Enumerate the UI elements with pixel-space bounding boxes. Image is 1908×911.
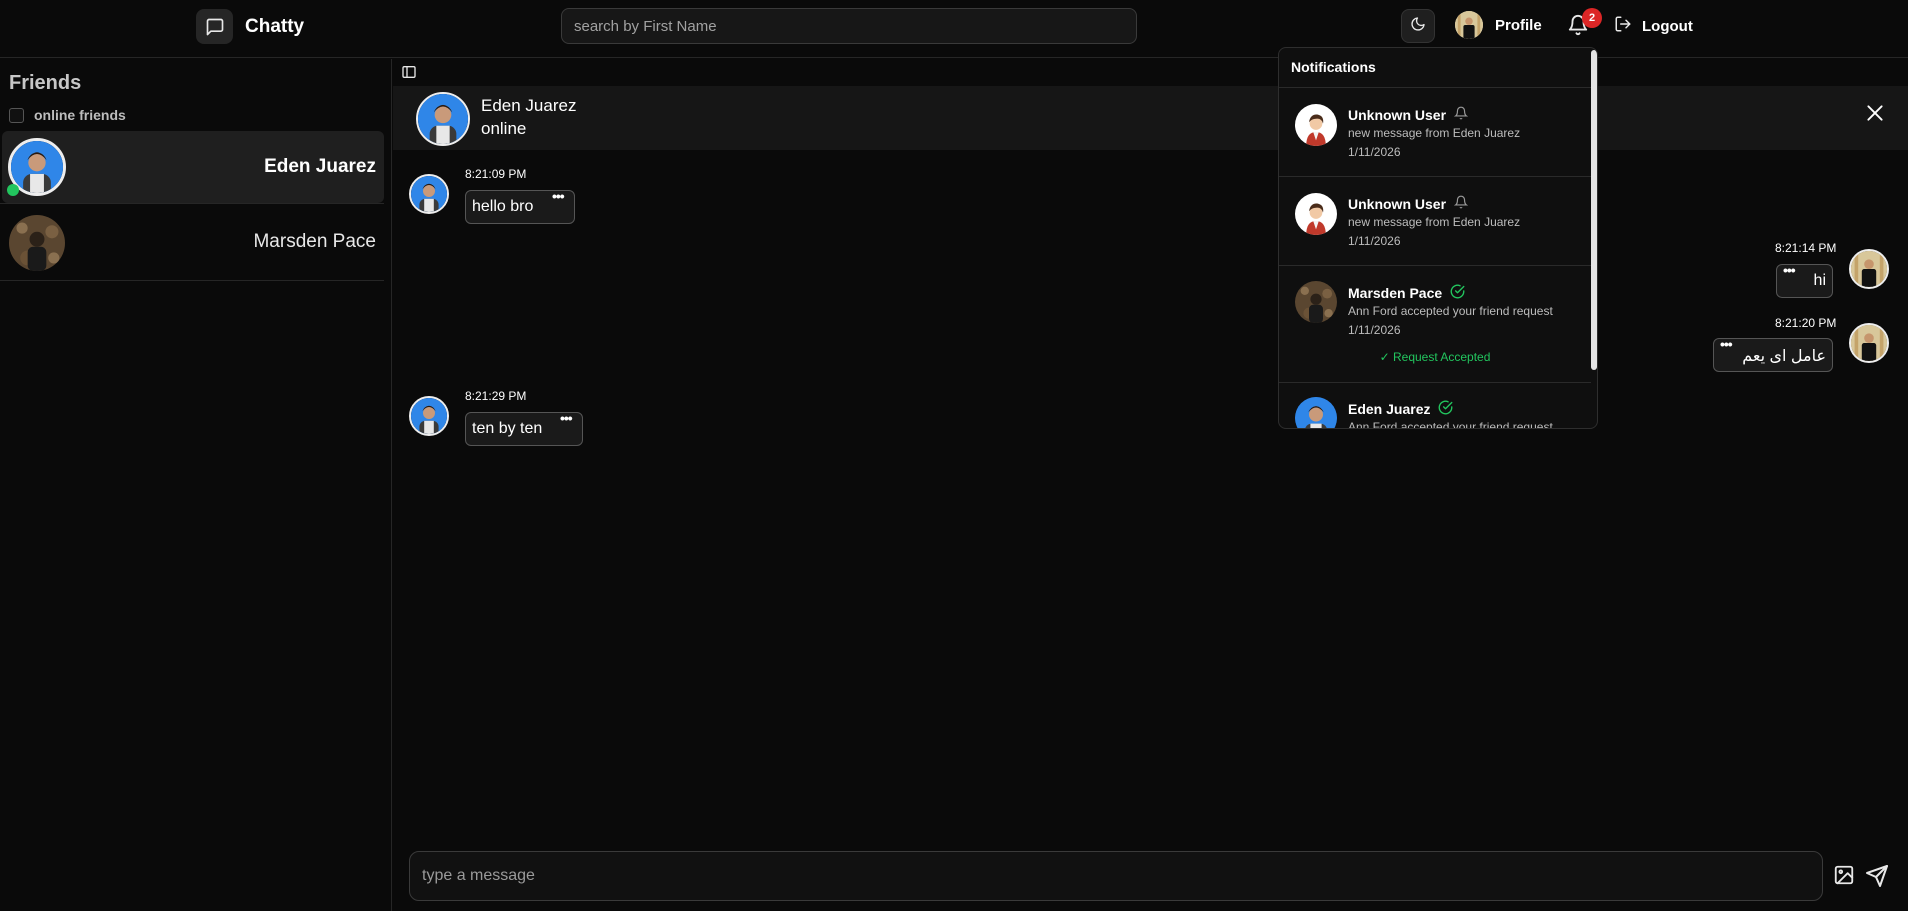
notification-text: new message from Eden Juarez: [1348, 126, 1521, 140]
message-bubble: hello bro •••: [465, 189, 575, 224]
message-bubble: ••• عامل اى يعم: [1713, 337, 1833, 372]
chat-bubble-icon: [196, 9, 233, 44]
message-time: 8:21:14 PM: [1775, 241, 1837, 255]
message-time: 8:21:09 PM: [465, 167, 527, 181]
contact-status: online: [481, 119, 527, 138]
app-title: Chatty: [245, 15, 305, 37]
notification-item[interactable]: Marsden Pace Ann Ford accepted your frie…: [1279, 265, 1591, 382]
send-button[interactable]: [1865, 864, 1891, 888]
scrollbar[interactable]: [1591, 50, 1597, 370]
logout-icon: [1614, 15, 1632, 37]
send-icon: [1865, 865, 1889, 892]
profile-label: Profile: [1495, 16, 1542, 34]
logout-label: Logout: [1642, 17, 1693, 35]
friend-name: Eden Juarez: [264, 156, 376, 177]
brand[interactable]: Chatty: [196, 9, 304, 44]
friend-name: Marsden Pace: [253, 231, 376, 252]
attach-image-button[interactable]: [1833, 864, 1857, 888]
avatar: [9, 215, 65, 271]
notifications-dropdown: Notifications Unknown User new message f…: [1278, 47, 1598, 429]
contact-name: Eden Juarez: [481, 96, 577, 115]
notification-date: 1/11/2026: [1348, 323, 1401, 337]
message-menu-button[interactable]: •••: [560, 411, 573, 425]
avatar: [1455, 11, 1483, 39]
notification-item[interactable]: Unknown User new message from Eden Juare…: [1279, 87, 1591, 176]
notification-text: Ann Ford accepted your friend request: [1348, 304, 1553, 318]
notification-sender: Eden Juarez: [1348, 400, 1453, 418]
message-text: hello bro: [472, 198, 534, 215]
avatar: [416, 92, 470, 146]
image-icon: [1833, 865, 1855, 890]
sender-name: Eden Juarez: [1348, 401, 1431, 417]
notification-date: 1/11/2026: [1348, 145, 1401, 159]
profile-button[interactable]: Profile: [1455, 11, 1542, 39]
avatar: [1295, 397, 1337, 428]
avatar: [1849, 249, 1889, 289]
notification-sender: Marsden Pace: [1348, 284, 1465, 302]
bell-icon: [1453, 106, 1469, 123]
message-text: عامل اى يعم: [1742, 348, 1826, 365]
sidebar-toggle-icon[interactable]: [401, 64, 417, 80]
notifications-title: Notifications: [1291, 59, 1376, 75]
sender-name: Unknown User: [1348, 106, 1447, 123]
sender-name: Marsden Pace: [1348, 285, 1443, 301]
chat-panel: Eden Juarez online 8:21:09 PM hello bro …: [393, 59, 1908, 911]
message-text: ten by ten: [472, 420, 543, 437]
notification-count-badge: 2: [1582, 8, 1602, 28]
avatar: [1295, 281, 1337, 323]
message-bubble: ••• hi: [1776, 263, 1833, 298]
online-filter-checkbox[interactable]: [9, 107, 24, 123]
avatar: [409, 174, 449, 214]
message-time: 8:21:20 PM: [1775, 316, 1837, 330]
avatar: [1295, 193, 1337, 235]
check-circle-icon: [1438, 400, 1453, 418]
search-input[interactable]: [561, 8, 1137, 44]
sender-name: Unknown User: [1348, 195, 1447, 212]
avatar: [1295, 104, 1337, 146]
divider: [0, 280, 384, 281]
online-friends-filter[interactable]: online friends: [9, 107, 126, 123]
bell-icon: [1453, 195, 1469, 212]
online-filter-label: online friends: [34, 107, 126, 123]
message-menu-button[interactable]: •••: [1720, 337, 1733, 351]
theme-toggle-button[interactable]: [1401, 9, 1435, 43]
notification-sender: Unknown User: [1348, 195, 1469, 212]
message-menu-button[interactable]: •••: [1783, 263, 1796, 277]
friend-item-marsden-pace[interactable]: Marsden Pace: [2, 206, 384, 278]
notification-text: new message from Eden Juarez: [1348, 215, 1521, 229]
request-accepted-status: ✓ Request Accepted: [1379, 350, 1491, 364]
chat-header: Eden Juarez online: [393, 86, 1908, 150]
avatar: [409, 396, 449, 436]
sidebar-title: Friends: [9, 72, 82, 94]
notification-item[interactable]: Unknown User new message from Eden Juare…: [1279, 176, 1591, 265]
message-text: hi: [1813, 272, 1826, 289]
avatar: [1849, 323, 1889, 363]
message-menu-button[interactable]: •••: [552, 189, 565, 203]
friends-sidebar: Friends online friends Eden Juarez Marsd…: [0, 59, 392, 911]
friend-item-eden-juarez[interactable]: Eden Juarez: [2, 131, 384, 203]
notification-sender: Unknown User: [1348, 106, 1469, 123]
message-bubble: ten by ten •••: [465, 411, 583, 446]
top-navbar: Chatty Profile 2 Logout: [0, 0, 1908, 58]
moon-icon: [1410, 16, 1426, 37]
message-time: 8:21:29 PM: [465, 389, 527, 403]
message-input[interactable]: [409, 851, 1823, 901]
logout-button[interactable]: Logout: [1614, 15, 1693, 37]
online-indicator: [7, 184, 19, 196]
notification-text: Ann Ford accepted your friend request: [1348, 420, 1553, 429]
close-chat-button[interactable]: [1865, 103, 1887, 125]
notification-item[interactable]: Eden Juarez Ann Ford accepted your frien…: [1279, 382, 1591, 429]
notification-date: 1/11/2026: [1348, 234, 1401, 248]
divider: [0, 203, 384, 204]
close-icon: [1865, 105, 1885, 127]
check-circle-icon: [1450, 284, 1465, 302]
